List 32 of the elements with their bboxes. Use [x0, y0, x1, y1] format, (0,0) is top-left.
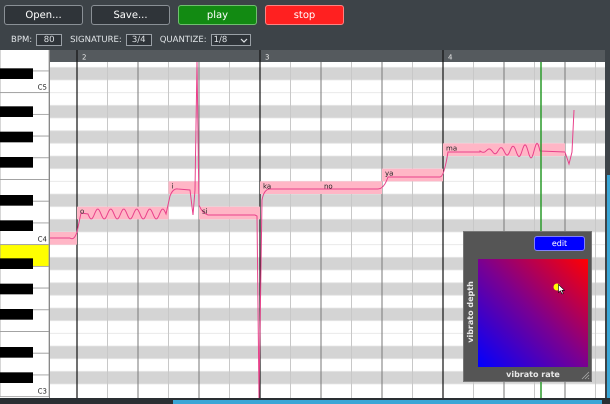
bpm-field[interactable]: 80: [36, 34, 62, 46]
scrollbar-thumb[interactable]: [173, 400, 602, 404]
signature-field[interactable]: 3/4: [126, 34, 152, 46]
sharp-key[interactable]: [0, 372, 33, 383]
chevron-down-icon: [240, 38, 248, 42]
x-axis-label: vibrato rate: [505, 369, 561, 381]
toolbar-button[interactable]: Open...: [4, 5, 83, 25]
sharp-key[interactable]: [0, 258, 33, 269]
y-axis-label: vibrato depth: [465, 280, 476, 344]
quantize-dropdown[interactable]: 1/8: [210, 34, 251, 46]
sharp-key[interactable]: [0, 347, 33, 358]
toolbar-button[interactable]: Save...: [91, 5, 170, 25]
signature-label: SIGNATURE:: [70, 34, 122, 46]
sharp-key[interactable]: [0, 195, 33, 206]
horizontal-scrollbar[interactable]: [0, 398, 610, 404]
note-block[interactable]: [50, 232, 77, 245]
sharp-key[interactable]: [0, 68, 33, 79]
bpm-label: BPM:: [11, 34, 32, 46]
cursor-icon: [558, 284, 565, 295]
natural-key[interactable]: [0, 50, 50, 72]
sharp-key[interactable]: [0, 106, 33, 117]
stop-button[interactable]: stop: [265, 5, 344, 25]
note-block[interactable]: [199, 206, 260, 220]
scrollbar-thumb[interactable]: [607, 175, 610, 398]
sharp-key[interactable]: [0, 157, 33, 168]
sharp-key[interactable]: [0, 220, 33, 231]
quantize-label: QUANTIZE:: [160, 34, 207, 46]
play-button[interactable]: play: [178, 5, 257, 25]
note-block[interactable]: [382, 168, 443, 182]
resize-grip-icon[interactable]: [581, 371, 590, 380]
sharp-key[interactable]: [0, 309, 33, 320]
edit-button[interactable]: edit: [534, 236, 585, 251]
